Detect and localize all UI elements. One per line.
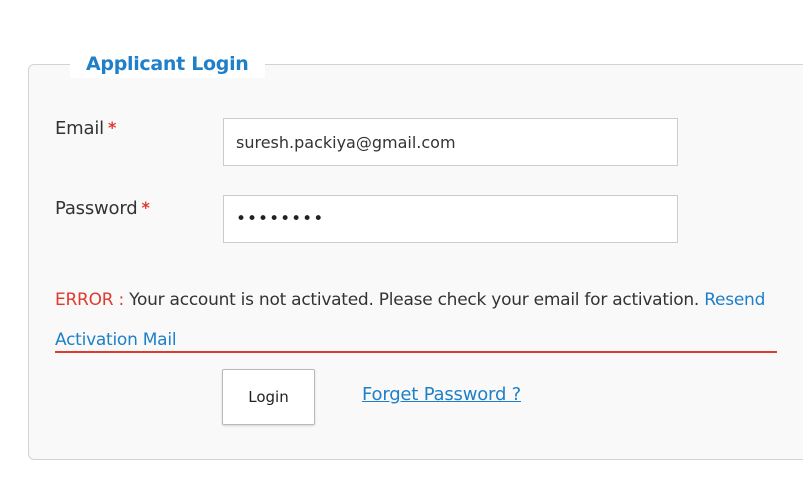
error-label: ERROR :	[55, 290, 124, 310]
forgot-password-link[interactable]: Forget Password ?	[362, 384, 521, 405]
login-button[interactable]: Login	[222, 369, 315, 425]
page: Applicant Login Email* Password* ERROR :…	[0, 0, 803, 486]
email-input[interactable]	[223, 118, 678, 166]
password-required-mark: *	[141, 198, 150, 217]
error-text: Your account is not activated. Please ch…	[129, 290, 700, 310]
panel-title: Applicant Login	[70, 50, 265, 78]
email-required-mark: *	[107, 118, 117, 137]
email-label-row: Email *	[55, 118, 116, 139]
error-message: ERROR : Your account is not activated. P…	[55, 280, 775, 360]
error-divider	[55, 351, 777, 353]
password-input[interactable]	[223, 195, 678, 243]
password-label: Password	[55, 198, 138, 219]
password-label-row: Password *	[55, 198, 150, 219]
email-label: Email	[55, 118, 104, 139]
